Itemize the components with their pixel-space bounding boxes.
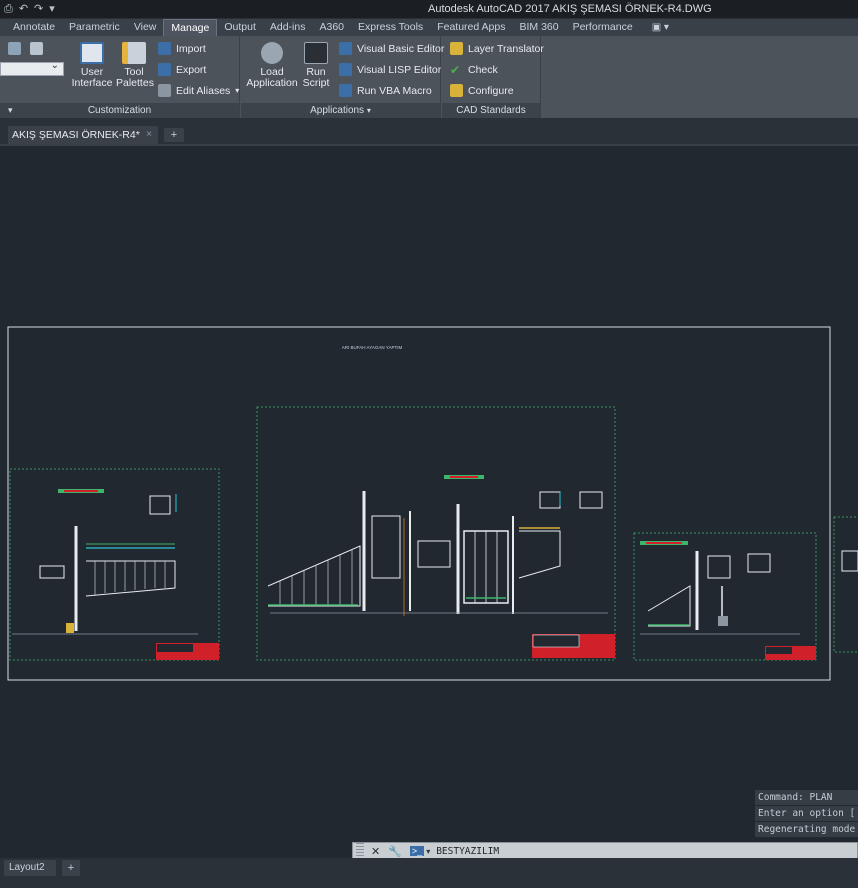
gear-icon (261, 42, 283, 64)
drawing-svg: ARI BUFAH AYAGAN YAPTIM (7, 326, 858, 681)
file-tab-bar: AKIŞ ŞEMASI ÖRNEK-R4* × + (0, 118, 858, 146)
visual-lisp-editor-label: Visual LISP Editor (357, 63, 442, 76)
tab-a360[interactable]: A360 (312, 19, 351, 36)
edit-aliases-button[interactable]: Edit Aliases ▾ (158, 84, 239, 97)
layout-frame (7, 326, 831, 681)
quick-access-toolbar: ⎙ ↶ ↷ ▾ (4, 2, 55, 16)
print-icon[interactable]: ⎙ (4, 2, 13, 16)
redo-icon[interactable]: ↷ (34, 2, 43, 16)
chevron-down-icon: ▾ (366, 106, 371, 115)
tool-palettes-button[interactable]: Tool Palettes (116, 42, 154, 89)
tab-parametric[interactable]: Parametric (62, 19, 127, 36)
drawing-canvas[interactable]: ARI BUFAH AYAGAN YAPTIM (0, 146, 858, 858)
configure-button[interactable]: Configure (450, 84, 514, 97)
vba-macro-icon (339, 84, 352, 97)
applications-panel: Load Application Run Script Visual Basic… (241, 36, 444, 118)
export-icon (158, 63, 171, 76)
visual-basic-editor-button[interactable]: Visual Basic Editor (339, 42, 444, 55)
title-bar: ⎙ ↶ ↷ ▾ Autodesk AutoCAD 2017 AKIŞ ŞEMAS… (0, 0, 858, 19)
cad-standards-panel: Layer Translator ✔ Check Configure CAD S… (442, 36, 544, 118)
run-vba-macro-label: Run VBA Macro (357, 84, 432, 97)
command-history: Command: PLAN Enter an option [Regenerati… (755, 790, 858, 838)
file-tab[interactable]: AKIŞ ŞEMASI ÖRNEK-R4* × (8, 126, 158, 144)
tool-palettes-label: Tool Palettes (116, 66, 154, 89)
sheet-left (9, 468, 220, 661)
run-script-button[interactable]: Run Script (299, 42, 333, 89)
sheet-right (633, 532, 817, 661)
tab-add-ins[interactable]: Add-ins (263, 19, 313, 36)
undo-icon[interactable]: ↶ (19, 2, 28, 16)
load-application-label: Load Application (246, 66, 298, 89)
command-history-line: Command: PLAN (755, 790, 858, 805)
script-icon (304, 42, 328, 64)
ribbon-tabs: Annotate Parametric View Manage Output Add-in… (0, 19, 858, 36)
check-label: Check (468, 64, 498, 76)
visual-basic-editor-label: Visual Basic Editor (357, 42, 445, 55)
window-title: Autodesk AutoCAD 2017 AKIŞ ŞEMASI ÖRNEK-… (428, 3, 712, 15)
tab-performance[interactable]: Performance (566, 19, 640, 36)
user-interface-button[interactable]: User Interface (66, 42, 118, 89)
vlisp-icon (339, 63, 352, 76)
frame-title: ARI BUFAH AYAGAN YAPTIM (342, 345, 403, 350)
customization-panel: User Interface Tool Palettes Import Expo… (0, 36, 240, 118)
add-layout-button[interactable]: + (62, 860, 80, 876)
wrench-icon[interactable]: 🔧 (388, 845, 402, 858)
import-label: Import (176, 42, 206, 55)
tool-palettes-icon (122, 42, 146, 64)
dropdown-icon[interactable]: ▾ (49, 2, 55, 16)
command-history-line: Regenerating mode (755, 822, 858, 837)
layer-icon[interactable] (8, 42, 21, 55)
command-history-line: Enter an option [ (755, 806, 858, 821)
panel-dropdown-icon[interactable]: ▾ (8, 103, 13, 118)
tab-featured-apps[interactable]: Featured Apps (430, 19, 512, 36)
check-icon: ✔ (450, 63, 461, 77)
tab-bim-360[interactable]: BIM 360 (512, 19, 565, 36)
visual-lisp-editor-button[interactable]: Visual LISP Editor (339, 63, 441, 76)
layer-translator-label: Layer Translator (468, 42, 544, 55)
cui-icon (80, 42, 104, 64)
sheet-partial (833, 516, 858, 653)
copy-icon[interactable] (30, 42, 43, 55)
camera-icon[interactable]: ▣ ▾ (640, 22, 681, 33)
edit-aliases-label: Edit Aliases (176, 84, 231, 97)
customization-panel-title[interactable]: ▾ Customization (0, 103, 239, 118)
ribbon: User Interface Tool Palettes Import Expo… (0, 36, 858, 118)
tab-manage[interactable]: Manage (163, 19, 218, 36)
chevron-down-icon[interactable]: ▾ (426, 847, 430, 856)
tab-express-tools[interactable]: Express Tools (351, 19, 430, 36)
applications-panel-title[interactable]: Applications ▾ (241, 103, 440, 118)
layout-tab-bar: Layout2 + (0, 858, 858, 888)
autocad-window: ⎙ ↶ ↷ ▾ Autodesk AutoCAD 2017 AKIŞ ŞEMAS… (0, 0, 858, 888)
close-icon[interactable]: × (146, 126, 152, 144)
configure-icon (450, 84, 463, 97)
check-button[interactable]: ✔ Check (450, 63, 498, 77)
tab-output[interactable]: Output (217, 19, 263, 36)
configure-label: Configure (468, 84, 514, 97)
command-input[interactable]: BESTYAZILIM (436, 846, 499, 857)
layer-translator-icon (450, 42, 463, 55)
run-vba-macro-button[interactable]: Run VBA Macro (339, 84, 432, 97)
file-tab-label: AKIŞ ŞEMASI ÖRNEK-R4* (12, 129, 140, 141)
grip-handle[interactable] (356, 843, 364, 859)
import-button[interactable]: Import (158, 42, 206, 55)
layout-tab[interactable]: Layout2 (4, 860, 56, 876)
run-script-label: Run Script (302, 66, 330, 89)
load-application-button[interactable]: Load Application (245, 42, 299, 89)
tab-view[interactable]: View (127, 19, 164, 36)
tab-annotate[interactable]: Annotate (6, 19, 62, 36)
export-label: Export (176, 63, 207, 76)
close-icon[interactable]: ✕ (371, 845, 380, 858)
layer-translator-button[interactable]: Layer Translator (450, 42, 544, 55)
import-icon (158, 42, 171, 55)
chevron-down-icon: ▾ (235, 86, 240, 95)
cad-standards-panel-title: CAD Standards (442, 103, 540, 118)
edit-aliases-icon (158, 84, 171, 97)
prompt-icon[interactable]: >_ (409, 846, 425, 856)
export-button[interactable]: Export (158, 63, 206, 76)
new-tab-button[interactable]: + (164, 128, 184, 142)
sheet-center (256, 406, 616, 661)
workspace-combo[interactable] (0, 60, 64, 76)
vbe-icon (339, 42, 352, 55)
user-interface-label: User Interface (71, 66, 113, 89)
